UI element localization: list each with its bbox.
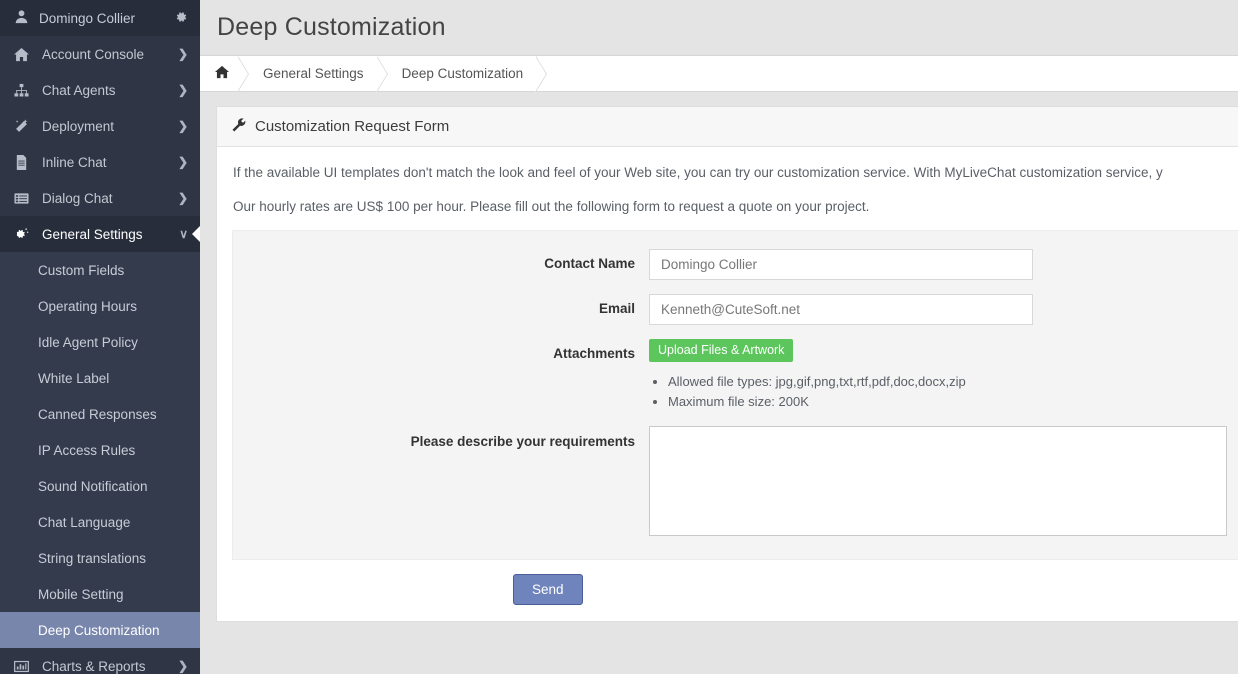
sidebar-item-chat-agents[interactable]: Chat Agents ❯ xyxy=(0,72,200,108)
sidebar-subitem-label: Sound Notification xyxy=(38,479,148,494)
sidebar-subitem-label: Canned Responses xyxy=(38,407,157,422)
email-field-wrap xyxy=(649,294,1238,325)
sidebar-subitem-label: Operating Hours xyxy=(38,299,137,314)
upload-files-button[interactable]: Upload Files & Artwork xyxy=(649,339,793,362)
sidebar-subitem-custom-fields[interactable]: Custom Fields xyxy=(0,252,200,288)
sidebar-subitem-chat-language[interactable]: Chat Language xyxy=(0,504,200,540)
sitemap-icon xyxy=(14,83,34,98)
chevron-right-icon: ❯ xyxy=(178,155,188,169)
form-row-email: Email xyxy=(233,294,1238,325)
form-row-attachments: Attachments Upload Files & Artwork Allow… xyxy=(233,339,1238,412)
sidebar-subitem-mobile-setting[interactable]: Mobile Setting xyxy=(0,576,200,612)
sidebar-item-label: Account Console xyxy=(42,47,178,62)
panel-header: Customization Request Form xyxy=(217,107,1238,147)
sidebar-subitem-label: Idle Agent Policy xyxy=(38,335,138,350)
chevron-right-icon: ❯ xyxy=(178,119,188,133)
sidebar-item-label: Chat Agents xyxy=(42,83,178,98)
contact-name-label: Contact Name xyxy=(233,249,649,271)
breadcrumb: General Settings Deep Customization xyxy=(200,56,1238,92)
main-content: Deep Customization General Settings Deep… xyxy=(200,0,1238,674)
bar-chart-icon xyxy=(14,659,34,674)
list-alt-icon xyxy=(14,191,34,206)
panel-description-1: If the available UI templates don't matc… xyxy=(233,163,1238,183)
sidebar-subitem-label: Mobile Setting xyxy=(38,587,124,602)
attachments-label: Attachments xyxy=(233,339,649,361)
sidebar-subitem-label: Chat Language xyxy=(38,515,130,530)
sidebar-item-inline-chat[interactable]: Inline Chat ❯ xyxy=(0,144,200,180)
breadcrumb-label: General Settings xyxy=(263,66,364,81)
requirements-textarea[interactable] xyxy=(649,426,1227,536)
sidebar-subitem-white-label[interactable]: White Label xyxy=(0,360,200,396)
gear-icon[interactable] xyxy=(174,10,188,27)
contact-name-field-wrap xyxy=(649,249,1238,280)
panel-description-2: Our hourly rates are US$ 100 per hour. P… xyxy=(233,197,1238,217)
sidebar-user-row[interactable]: Domingo Collier xyxy=(0,0,200,36)
sidebar-subitem-canned-responses[interactable]: Canned Responses xyxy=(0,396,200,432)
sidebar-item-label: Charts & Reports xyxy=(42,659,178,674)
email-input[interactable] xyxy=(649,294,1033,325)
chevron-right-icon: ❯ xyxy=(178,659,188,673)
sidebar-user-name: Domingo Collier xyxy=(39,11,174,26)
sidebar-subitem-label: Deep Customization xyxy=(38,623,160,638)
upload-hints: Allowed file types: jpg,gif,png,txt,rtf,… xyxy=(649,372,1238,412)
requirements-field-wrap xyxy=(649,426,1238,541)
page-title: Deep Customization xyxy=(217,13,446,42)
chevron-right-icon: ❯ xyxy=(178,83,188,97)
gears-icon xyxy=(14,227,34,242)
wrench-icon xyxy=(232,118,246,135)
breadcrumb-label: Deep Customization xyxy=(402,66,524,81)
chevron-right-icon: ❯ xyxy=(178,191,188,205)
hint-file-types: Allowed file types: jpg,gif,png,txt,rtf,… xyxy=(668,372,1238,392)
form-row-contact-name: Contact Name xyxy=(233,249,1238,280)
sidebar-item-label: Inline Chat xyxy=(42,155,178,170)
panel-body: If the available UI templates don't matc… xyxy=(217,147,1238,560)
user-icon xyxy=(14,9,29,27)
sidebar-subitem-label: Custom Fields xyxy=(38,263,124,278)
breadcrumb-item-deep-customization[interactable]: Deep Customization xyxy=(386,56,546,91)
home-icon xyxy=(14,47,34,62)
home-icon xyxy=(215,65,229,82)
magic-wand-icon xyxy=(14,119,34,134)
sidebar-subitem-label: IP Access Rules xyxy=(38,443,135,458)
sidebar-subitem-idle-agent-policy[interactable]: Idle Agent Policy xyxy=(0,324,200,360)
email-label: Email xyxy=(233,294,649,316)
send-button[interactable]: Send xyxy=(513,574,583,605)
sidebar-subitem-deep-customization[interactable]: Deep Customization xyxy=(0,612,200,648)
panel-title: Customization Request Form xyxy=(255,118,449,135)
sidebar-subitem-string-translations[interactable]: String translations xyxy=(0,540,200,576)
breadcrumb-item-home[interactable] xyxy=(200,56,247,91)
breadcrumb-item-general-settings[interactable]: General Settings xyxy=(247,56,386,91)
chevron-right-icon: ❯ xyxy=(178,47,188,61)
attachments-field-wrap: Upload Files & Artwork Allowed file type… xyxy=(649,339,1238,412)
sidebar-subitem-operating-hours[interactable]: Operating Hours xyxy=(0,288,200,324)
file-text-icon xyxy=(14,155,34,170)
request-form: Contact Name Email Attac xyxy=(232,230,1238,560)
sidebar-subitem-label: String translations xyxy=(38,551,146,566)
sidebar-item-charts-reports[interactable]: Charts & Reports ❯ xyxy=(0,648,200,674)
hint-file-size: Maximum file size: 200K xyxy=(668,392,1238,412)
sidebar-item-dialog-chat[interactable]: Dialog Chat ❯ xyxy=(0,180,200,216)
content-area: Customization Request Form If the availa… xyxy=(200,92,1238,622)
sidebar-subitem-sound-notification[interactable]: Sound Notification xyxy=(0,468,200,504)
sidebar-subitem-ip-access-rules[interactable]: IP Access Rules xyxy=(0,432,200,468)
sidebar: Domingo Collier Account Console ❯ xyxy=(0,0,200,674)
sidebar-item-account-console[interactable]: Account Console ❯ xyxy=(0,36,200,72)
chevron-down-icon: ∨ xyxy=(179,227,188,241)
app-root: Domingo Collier Account Console ❯ xyxy=(0,0,1238,674)
customization-panel: Customization Request Form If the availa… xyxy=(216,106,1238,622)
page-header: Deep Customization xyxy=(200,0,1238,56)
sidebar-item-general-settings[interactable]: General Settings ∨ xyxy=(0,216,200,252)
sidebar-item-deployment[interactable]: Deployment ❯ xyxy=(0,108,200,144)
panel-footer: Send xyxy=(217,560,1238,621)
sidebar-item-label: Dialog Chat xyxy=(42,191,178,206)
requirements-label: Please describe your requirements xyxy=(233,426,649,449)
sidebar-subitem-label: White Label xyxy=(38,371,109,386)
contact-name-input[interactable] xyxy=(649,249,1033,280)
sidebar-item-label: Deployment xyxy=(42,119,178,134)
sidebar-item-label: General Settings xyxy=(42,227,179,242)
form-row-requirements: Please describe your requirements xyxy=(233,426,1238,541)
